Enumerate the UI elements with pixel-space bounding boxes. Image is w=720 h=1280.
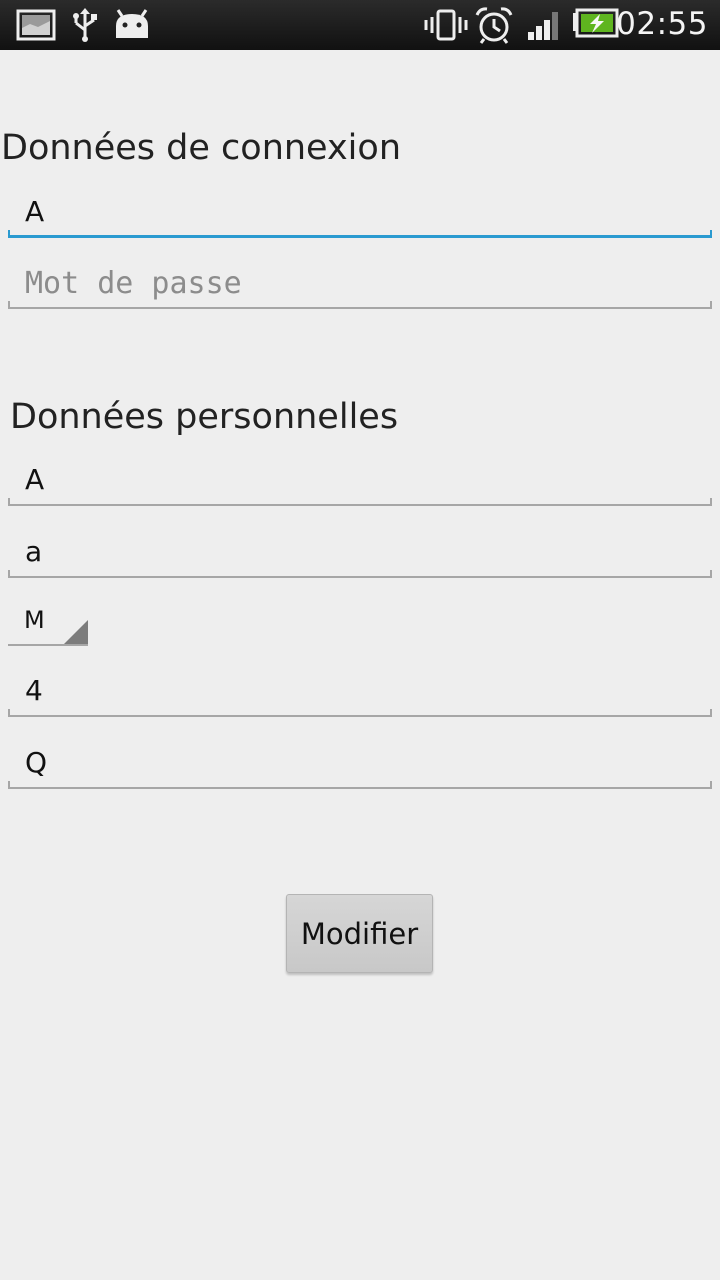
field-underline	[8, 576, 712, 578]
field-underline	[8, 504, 712, 506]
username-field[interactable]: A	[8, 178, 712, 238]
status-bar-time: 02:55	[616, 6, 708, 42]
personal-field-1-value[interactable]: A	[25, 463, 44, 496]
spinner-dropdown-icon	[64, 620, 88, 644]
battery-charging-icon	[572, 8, 620, 46]
field-underline	[8, 235, 712, 238]
personal-field-2-value[interactable]: a	[25, 535, 42, 568]
personal-field-1[interactable]: A	[8, 446, 712, 506]
personal-field-3[interactable]: 4	[8, 657, 712, 717]
personal-field-4-value[interactable]: Q	[25, 746, 47, 779]
alarm-icon	[474, 6, 514, 48]
personal-field-2[interactable]: a	[8, 518, 712, 578]
image-notification-icon	[16, 8, 56, 46]
password-input[interactable]	[25, 266, 685, 301]
password-field[interactable]	[8, 249, 712, 309]
android-debug-icon	[112, 8, 152, 46]
personal-section-title: Données personnelles	[10, 397, 399, 437]
field-underline	[8, 787, 712, 789]
gender-spinner[interactable]: M	[8, 598, 88, 646]
personal-field-4[interactable]: Q	[8, 729, 712, 789]
field-underline	[8, 307, 712, 309]
spinner-underline	[8, 644, 88, 646]
gender-spinner-value[interactable]: M	[24, 606, 45, 634]
personal-field-3-value[interactable]: 4	[25, 674, 43, 707]
status-bar: 02:55	[0, 0, 720, 50]
signal-icon	[526, 8, 562, 46]
modify-button[interactable]: Modifier	[286, 894, 433, 973]
username-value[interactable]: A	[25, 195, 44, 228]
login-section-title: Données de connexion	[1, 128, 402, 168]
vibrate-icon	[424, 8, 468, 46]
usb-icon	[70, 8, 100, 46]
field-underline	[8, 715, 712, 717]
